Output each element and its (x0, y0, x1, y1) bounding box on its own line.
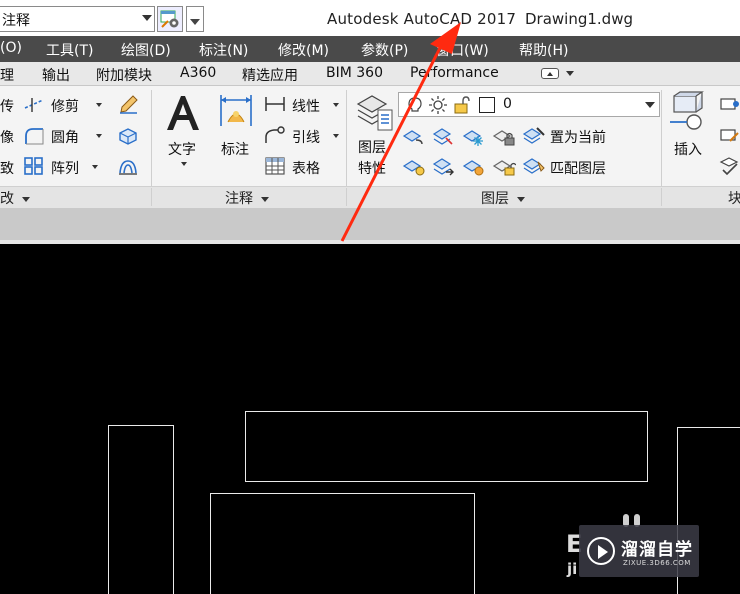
red-arrow-annotation (340, 22, 461, 242)
